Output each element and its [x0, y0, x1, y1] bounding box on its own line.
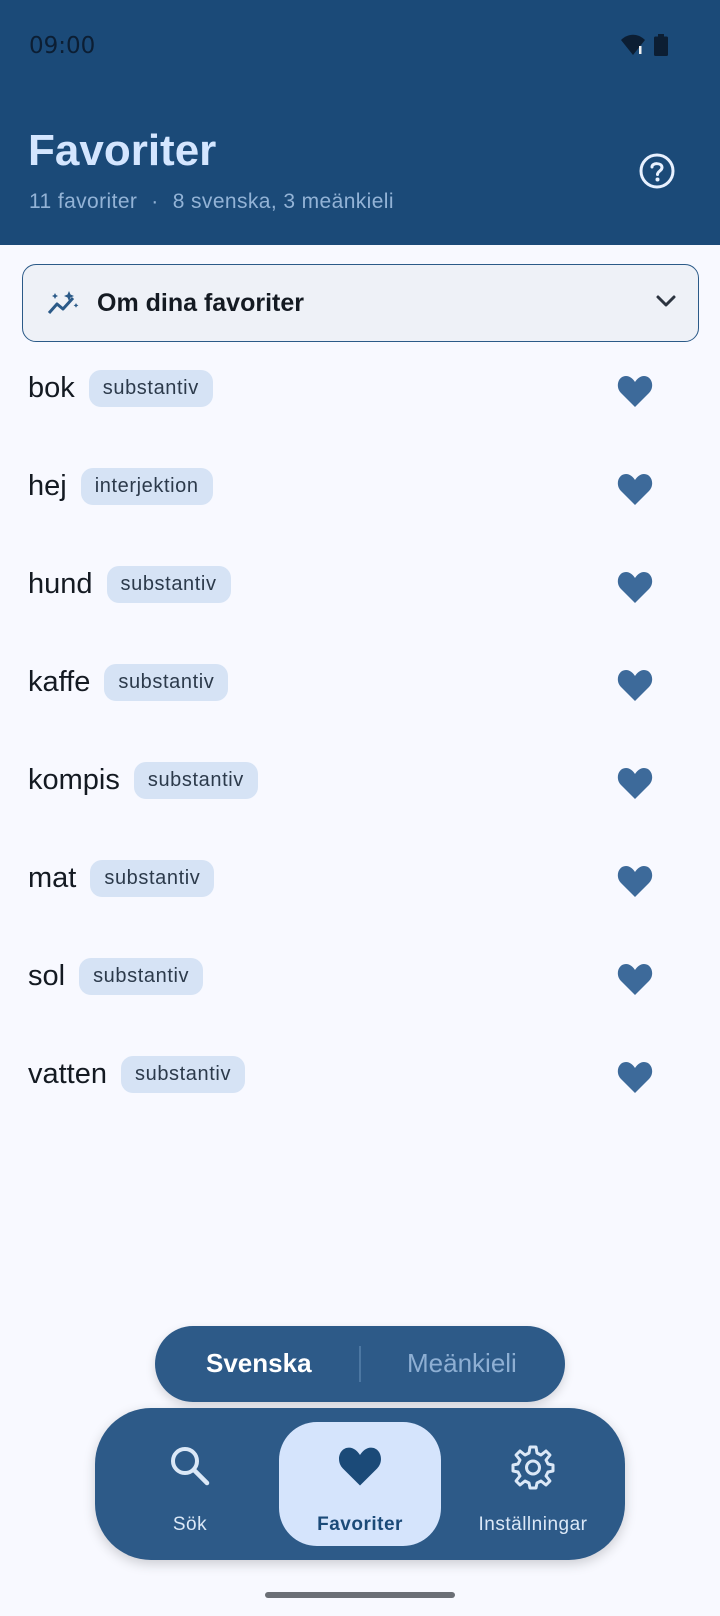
part-of-speech-chip: substantiv [104, 664, 229, 701]
heart-icon[interactable] [616, 373, 654, 409]
language-option-meankieli[interactable]: Meänkieli [407, 1348, 517, 1379]
nav-label-settings: Inställningar [478, 1514, 588, 1535]
nav-label-search: Sök [172, 1514, 208, 1535]
nav-item-favorites[interactable]: Favoriter [279, 1422, 441, 1546]
nav-label-favorites: Favoriter [317, 1514, 403, 1535]
favorite-word: hej [28, 470, 67, 502]
list-item[interactable]: bok substantiv [0, 345, 720, 443]
favorites-breakdown: 8 svenska, 3 meänkieli [172, 190, 394, 213]
list-item[interactable]: kaffe substantiv [0, 639, 720, 737]
favorite-word: sol [28, 960, 66, 992]
part-of-speech-chip: substantiv [106, 566, 231, 603]
list-item[interactable]: vatten substantiv [0, 1031, 720, 1129]
help-icon [639, 153, 675, 189]
heart-icon[interactable] [616, 1059, 654, 1095]
favorite-word: hund [28, 568, 93, 600]
heart-icon[interactable] [616, 961, 654, 997]
part-of-speech-chip: substantiv [88, 370, 213, 407]
about-favorites-label: Om dina favoriter [97, 289, 304, 317]
bottom-navigation: Sök Favoriter Inställningar [95, 1408, 625, 1560]
gear-icon [511, 1445, 555, 1490]
toggle-divider [359, 1346, 361, 1382]
wifi-icon [621, 34, 645, 55]
home-indicator[interactable] [265, 1592, 455, 1598]
nav-item-settings[interactable]: Inställningar [453, 1422, 613, 1546]
help-button[interactable] [638, 152, 676, 190]
list-item[interactable]: hund substantiv [0, 541, 720, 639]
page-subtitle: 11 favoriter · 8 svenska, 3 meänkieli [29, 190, 394, 214]
about-favorites-card[interactable]: Om dina favoriter [22, 264, 699, 342]
favorite-word: kompis [28, 764, 120, 796]
favorites-count: 11 favoriter [29, 190, 138, 213]
heart-icon[interactable] [616, 569, 654, 605]
favorite-word: vatten [28, 1058, 107, 1090]
part-of-speech-chip: interjektion [80, 468, 213, 505]
app-header: 09:00 Favoriter 11 favoriter · 8 svenska… [0, 0, 720, 245]
part-of-speech-chip: substantiv [121, 1056, 246, 1093]
battery-icon [654, 34, 668, 56]
heart-icon[interactable] [616, 471, 654, 507]
part-of-speech-chip: substantiv [90, 860, 215, 897]
favorite-word: bok [28, 372, 75, 404]
status-time: 09:00 [29, 33, 96, 59]
nav-item-search[interactable]: Sök [125, 1422, 255, 1546]
favorite-word: kaffe [28, 666, 91, 698]
favorites-list: bok substantiv hej interjektion hund sub… [0, 345, 720, 1129]
heart-icon [339, 1447, 381, 1486]
insights-icon [47, 291, 79, 314]
list-item[interactable]: sol substantiv [0, 933, 720, 1031]
subtitle-separator: · [151, 190, 159, 213]
list-item[interactable]: kompis substantiv [0, 737, 720, 835]
heart-icon[interactable] [616, 667, 654, 703]
search-icon [171, 1447, 210, 1486]
list-item[interactable]: hej interjektion [0, 443, 720, 541]
status-icons [620, 34, 668, 56]
heart-icon[interactable] [616, 863, 654, 899]
language-option-svenska[interactable]: Svenska [206, 1348, 312, 1379]
favorite-word: mat [28, 862, 77, 894]
part-of-speech-chip: substantiv [133, 762, 258, 799]
chevron-down-icon [656, 295, 676, 307]
heart-icon[interactable] [616, 765, 654, 801]
page-title: Favoriter [28, 126, 217, 175]
language-toggle: Svenska Meänkieli [155, 1326, 565, 1402]
list-item[interactable]: mat substantiv [0, 835, 720, 933]
part-of-speech-chip: substantiv [79, 958, 204, 995]
